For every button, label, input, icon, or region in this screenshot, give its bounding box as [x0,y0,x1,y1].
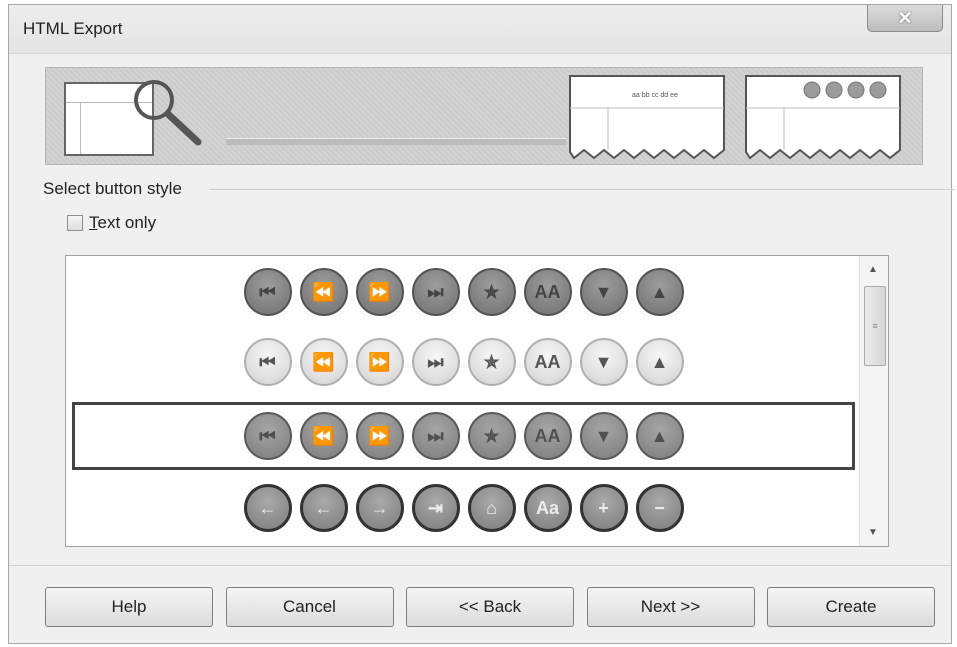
last-page-icon: ⏭ [411,268,460,316]
last-page-icon: ⇥ [411,484,460,532]
scroll-up-icon[interactable]: ▲ [868,264,878,275]
down-arrow-icon: ▼ [579,268,628,316]
previous-page-icon: ⏪ [299,268,348,316]
button-style-option-1[interactable]: ⏮ ⏪ ⏩ ⏭ ✯ AA ▼ ▲ [72,258,855,326]
minus-icon: − [635,484,684,532]
scroll-down-icon[interactable]: ▼ [868,527,878,538]
text-icon: AA [523,268,572,316]
up-arrow-icon: ▲ [635,268,684,316]
text-only-option[interactable]: Text only [67,213,156,233]
text-only-checkbox[interactable] [67,215,83,231]
up-arrow-icon: ▲ [635,412,684,460]
close-icon: ✕ [897,7,913,28]
list-scrollbar[interactable]: ▲ ≡ ▼ [859,256,888,546]
next-page-icon: ⏩ [355,268,404,316]
button-style-option-3[interactable]: ⏮ ⏪ ⏩ ⏭ ✯ AA ▼ ▲ [72,402,855,470]
button-style-list[interactable]: ⏮ ⏪ ⏩ ⏭ ✯ AA ▼ ▲ ⏮ ⏪ ⏩ ⏭ ✯ AA ▼ ▲ ⏮ ⏪ ⏩ … [65,255,889,547]
footer-divider [9,565,951,566]
back-button[interactable]: << Back [406,587,574,627]
page-preview-text-icon [569,75,725,160]
magnifier-icon [134,80,202,146]
section-divider [209,189,955,190]
last-page-icon: ⏭ [411,338,460,386]
first-page-icon: ⏮ [243,338,292,386]
plus-icon: + [579,484,628,532]
next-page-icon: ⏩ [355,338,404,386]
create-button[interactable]: Create [767,587,935,627]
help-button[interactable]: Help [45,587,213,627]
home-star-icon: ✯ [467,338,516,386]
dialog-title: HTML Export [23,19,123,38]
select-button-style-label: Select button style [43,179,182,198]
dialog-footer: Help Cancel << Back Next >> Create [45,587,935,627]
wizard-banner: aa bb cc dd ee [45,67,923,165]
first-page-icon: ⏮ [243,412,292,460]
next-page-icon: ⏩ [355,412,404,460]
preview-text: aa bb cc dd ee [632,92,678,99]
text-only-label: Text only [89,213,157,232]
home-star-icon: ✯ [467,268,516,316]
cancel-button[interactable]: Cancel [225,587,394,627]
first-page-icon: ⏮ [243,268,292,316]
home-star-icon: ✯ [467,412,516,460]
title-bar: HTML Export ✕ [9,5,951,54]
down-arrow-icon: ▼ [579,412,628,460]
banner-stripe [226,138,566,145]
first-page-icon: ← [243,484,292,532]
text-icon: AA [523,412,572,460]
previous-page-icon: ← [299,484,348,532]
next-button[interactable]: Next >> [586,587,755,627]
home-icon: ⌂ [467,484,516,532]
text-only-label-rest: ext only [97,213,157,232]
previous-page-icon: ⏪ [299,412,348,460]
next-page-icon: → [355,484,404,532]
up-arrow-icon: ▲ [635,338,684,386]
html-export-dialog: HTML Export ✕ aa bb cc dd ee Select butt… [8,4,955,644]
grip-icon: ≡ [872,321,878,331]
text-icon: Aa [523,484,572,532]
scrollbar-thumb[interactable]: ≡ [864,286,886,366]
page-preview-buttons-icon [745,75,901,160]
down-arrow-icon: ▼ [579,338,628,386]
button-style-option-2[interactable]: ⏮ ⏪ ⏩ ⏭ ✯ AA ▼ ▲ [72,328,855,396]
text-icon: AA [523,338,572,386]
close-button[interactable]: ✕ [867,5,943,32]
last-page-icon: ⏭ [411,412,460,460]
previous-page-icon: ⏪ [299,338,348,386]
button-style-option-4[interactable]: ← ← → ⇥ ⌂ Aa + − [72,474,855,542]
